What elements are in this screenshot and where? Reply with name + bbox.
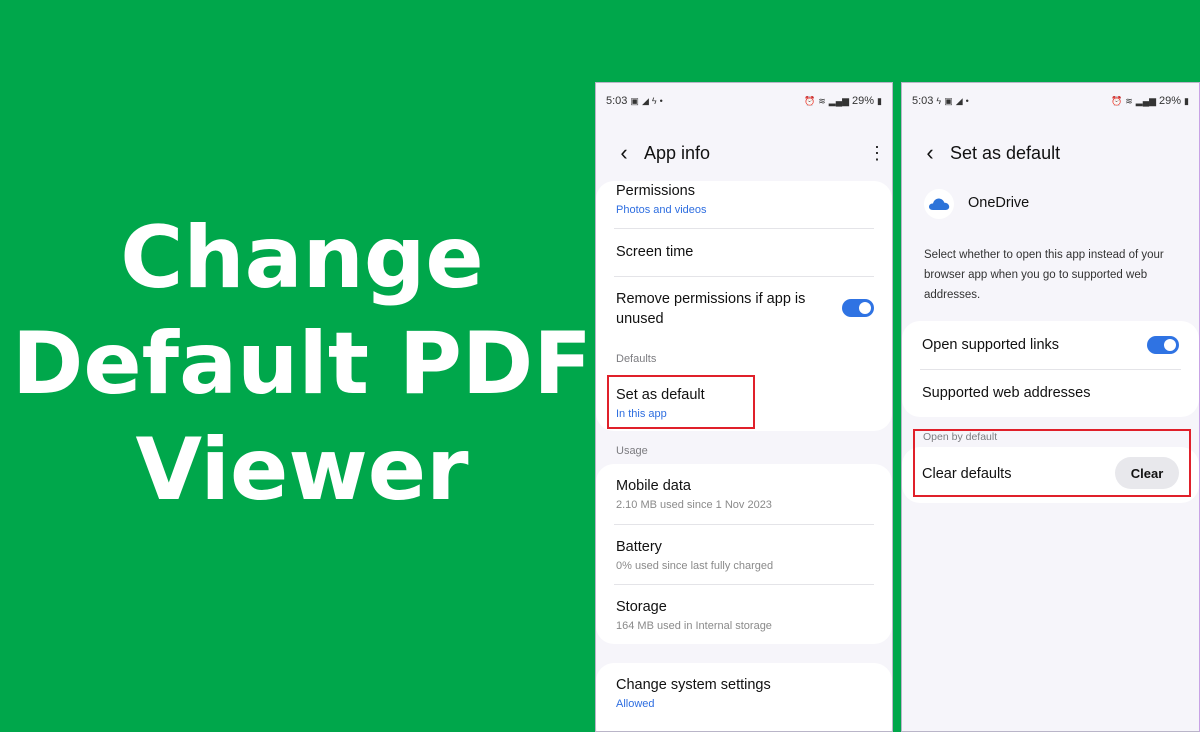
open-supported-links-toggle[interactable] (1147, 336, 1179, 354)
storage-sub: 164 MB used in Internal storage (616, 620, 772, 632)
headline-line-1: Change (120, 208, 484, 308)
clear-defaults-highlight (913, 429, 1191, 497)
open-supported-links-title: Open supported links (922, 337, 1060, 353)
headline: Change Default PDF Viewer (0, 205, 604, 523)
battery-icon: ▮ (877, 95, 882, 106)
remove-permissions-title: Remove permissions if app is unused (616, 291, 806, 327)
charging-icon: ϟ (651, 96, 657, 106)
storage-item[interactable]: Storage 164 MB used in Internal storage (616, 597, 874, 633)
telegram-icon: ◢ (955, 95, 963, 106)
mobile-data-sub: 2.10 MB used since 1 Nov 2023 (616, 499, 772, 511)
dot-icon: • (659, 96, 663, 106)
system-settings-card: Change system settings Allowed (596, 663, 892, 731)
divider (614, 228, 874, 229)
app-name: OneDrive (968, 195, 1030, 211)
battery-icon: ▮ (1184, 95, 1189, 106)
gallery-icon: ▣ (630, 95, 639, 106)
open-supported-links-item[interactable]: Open supported links (922, 335, 1129, 355)
change-system-settings-title: Change system settings (616, 677, 771, 693)
supported-web-addresses-item[interactable]: Supported web addresses (922, 383, 1181, 403)
onedrive-icon (924, 189, 954, 219)
remove-permissions-toggle[interactable] (842, 299, 874, 317)
page-title: Set as default (950, 142, 1061, 163)
charging-icon: ϟ (936, 96, 942, 106)
alarm-icon: ⏰ (1111, 95, 1123, 106)
app-info-screen: 5:03 ▣ ◢ ϟ • ⏰ ≋ ▂▄▆ 29% ▮ ‹ App info ⋮ … (595, 82, 893, 732)
description-text: Select whether to open this app instead … (924, 249, 1164, 301)
links-card: Open supported links Supported web addre… (902, 321, 1199, 417)
battery-title: Battery (616, 539, 662, 555)
telegram-icon: ◢ (641, 95, 649, 106)
status-time: 5:03 (912, 95, 934, 107)
battery-level: 29% (852, 95, 875, 107)
screen-time-item[interactable]: Screen time (616, 242, 874, 262)
permissions-title: Permissions (616, 183, 695, 199)
permissions-item[interactable]: Permissions Photos and videos (616, 181, 874, 217)
headline-line-2: Default PDF (11, 314, 593, 414)
mobile-data-item[interactable]: Mobile data 2.10 MB used since 1 Nov 202… (616, 476, 874, 512)
battery-level: 29% (1159, 95, 1182, 107)
change-system-settings-sub: Allowed (616, 698, 655, 710)
status-time: 5:03 (606, 95, 628, 107)
app-bar: ‹ App info ⋮ (596, 138, 892, 168)
set-as-default-highlight (607, 375, 755, 429)
app-bar: ‹ Set as default (902, 138, 1199, 168)
headline-line-3: Viewer (135, 420, 469, 520)
divider (920, 369, 1181, 370)
change-system-settings-item[interactable]: Change system settings Allowed (616, 675, 874, 711)
signal-icon: ▂▄▆ (1135, 95, 1157, 106)
mobile-data-title: Mobile data (616, 478, 691, 494)
back-arrow-icon[interactable]: ‹ (910, 140, 950, 166)
divider (614, 276, 874, 277)
battery-sub: 0% used since last fully charged (616, 560, 774, 572)
usage-card: Mobile data 2.10 MB used since 1 Nov 202… (596, 464, 892, 644)
supported-web-addresses-title: Supported web addresses (922, 385, 1091, 401)
divider (614, 524, 874, 525)
alarm-icon: ⏰ (804, 95, 816, 106)
back-arrow-icon[interactable]: ‹ (604, 140, 644, 166)
status-bar: 5:03 ▣ ◢ ϟ • ⏰ ≋ ▂▄▆ 29% ▮ (596, 91, 892, 111)
permissions-sub: Photos and videos (616, 204, 707, 216)
screen-time-title: Screen time (616, 244, 694, 260)
wifi-icon: ≋ (1125, 95, 1133, 106)
battery-item[interactable]: Battery 0% used since last fully charged (616, 537, 874, 573)
more-options-icon[interactable]: ⋮ (862, 143, 892, 164)
divider (614, 584, 874, 585)
remove-permissions-item[interactable]: Remove permissions if app is unused (616, 289, 822, 329)
status-bar: 5:03 ϟ ▣ ◢ • ⏰ ≋ ▂▄▆ 29% ▮ (902, 91, 1199, 111)
storage-title: Storage (616, 599, 667, 615)
set-as-default-screen: 5:03 ϟ ▣ ◢ • ⏰ ≋ ▂▄▆ 29% ▮ ‹ Set as defa… (901, 82, 1200, 732)
defaults-section-label: Defaults (616, 353, 657, 365)
usage-section-label: Usage (616, 445, 648, 457)
wifi-icon: ≋ (818, 95, 826, 106)
signal-icon: ▂▄▆ (828, 95, 850, 106)
dot-icon: • (965, 96, 969, 106)
gallery-icon: ▣ (944, 95, 953, 106)
page-title: App info (644, 142, 711, 163)
